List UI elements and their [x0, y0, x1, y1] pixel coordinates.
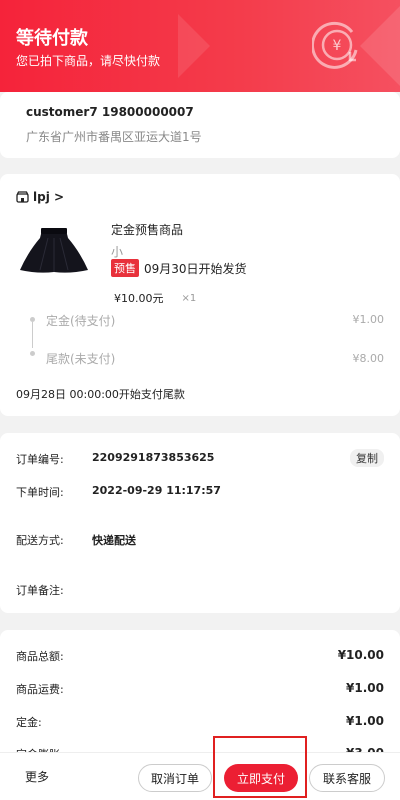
- product-title[interactable]: 定金预售商品: [111, 221, 183, 238]
- status-subtitle: 您已拍下商品，请尽快付款: [16, 54, 161, 68]
- step-dot: [30, 351, 35, 356]
- shipping-fee: ¥1.00: [346, 681, 384, 695]
- deposit-label: 定金:: [16, 716, 42, 729]
- deposit-step-label: 定金(待支付): [46, 314, 116, 328]
- deposit-amount: ¥1.00: [346, 714, 384, 728]
- final-payment-time: 09月28日 00:00:00开始支付尾款: [16, 388, 185, 401]
- final-step-label: 尾款(未支付): [46, 352, 116, 366]
- price-row: ¥10.00元 ×1: [114, 290, 196, 306]
- shipping-label: 商品运费:: [16, 683, 64, 696]
- goods-card: lpj > 定金预售商品 小 预售 09月30日开始发货 ¥10.00元 ×1 …: [0, 174, 400, 416]
- header-decoration: [178, 14, 210, 78]
- order-info-card: 订单编号: 2209291873853625 复制 下单时间: 2022-09-…: [0, 433, 400, 613]
- order-time-label: 下单时间:: [16, 486, 64, 499]
- recipient-name-phone: customer7 19800000007: [26, 105, 194, 119]
- product-price: ¥10.00元: [114, 292, 164, 305]
- order-number-label: 订单编号:: [16, 453, 64, 466]
- svg-text:¥: ¥: [333, 38, 342, 54]
- presale-ship-date: 09月30日开始发货: [144, 261, 247, 276]
- order-time: 2022-09-29 11:17:57: [92, 484, 221, 497]
- delivery-method: 快递配送: [92, 534, 136, 547]
- status-header: 等待付款 您已拍下商品，请尽快付款 ¥: [0, 0, 400, 92]
- bottom-action-bar: 更多 取消订单 立即支付 联系客服: [0, 752, 400, 800]
- more-button[interactable]: 更多: [25, 768, 49, 785]
- goods-total: ¥10.00: [337, 648, 384, 662]
- step-connector: [32, 322, 33, 348]
- status-title: 等待付款: [16, 28, 88, 49]
- order-number: 2209291873853625: [92, 451, 215, 464]
- delivery-label: 配送方式:: [16, 534, 64, 547]
- shop-name: lpj >: [33, 190, 65, 204]
- presale-row: 预售 09月30日开始发货: [111, 259, 247, 277]
- presale-badge: 预售: [111, 259, 139, 277]
- yen-clock-icon: ¥: [312, 21, 358, 69]
- recipient-address: 广东省广州市番禺区亚运大道1号: [26, 130, 202, 144]
- deposit-step-value: ¥1.00: [352, 313, 385, 326]
- shop-icon: [16, 191, 29, 203]
- copy-button[interactable]: 复制: [350, 449, 384, 467]
- product-image[interactable]: [18, 224, 90, 276]
- header-decoration: [360, 6, 400, 86]
- pay-button-highlight: [213, 736, 307, 798]
- cancel-order-button[interactable]: 取消订单: [138, 764, 212, 792]
- product-spec: 小: [111, 245, 124, 259]
- shop-link[interactable]: lpj >: [16, 190, 64, 204]
- address-card[interactable]: customer7 19800000007 广东省广州市番禺区亚运大道1号: [0, 92, 400, 158]
- contact-service-button[interactable]: 联系客服: [309, 764, 385, 792]
- remark-label: 订单备注:: [16, 584, 64, 597]
- product-quantity: ×1: [181, 292, 197, 304]
- goods-total-label: 商品总额:: [16, 650, 64, 663]
- final-step-value: ¥8.00: [352, 352, 385, 365]
